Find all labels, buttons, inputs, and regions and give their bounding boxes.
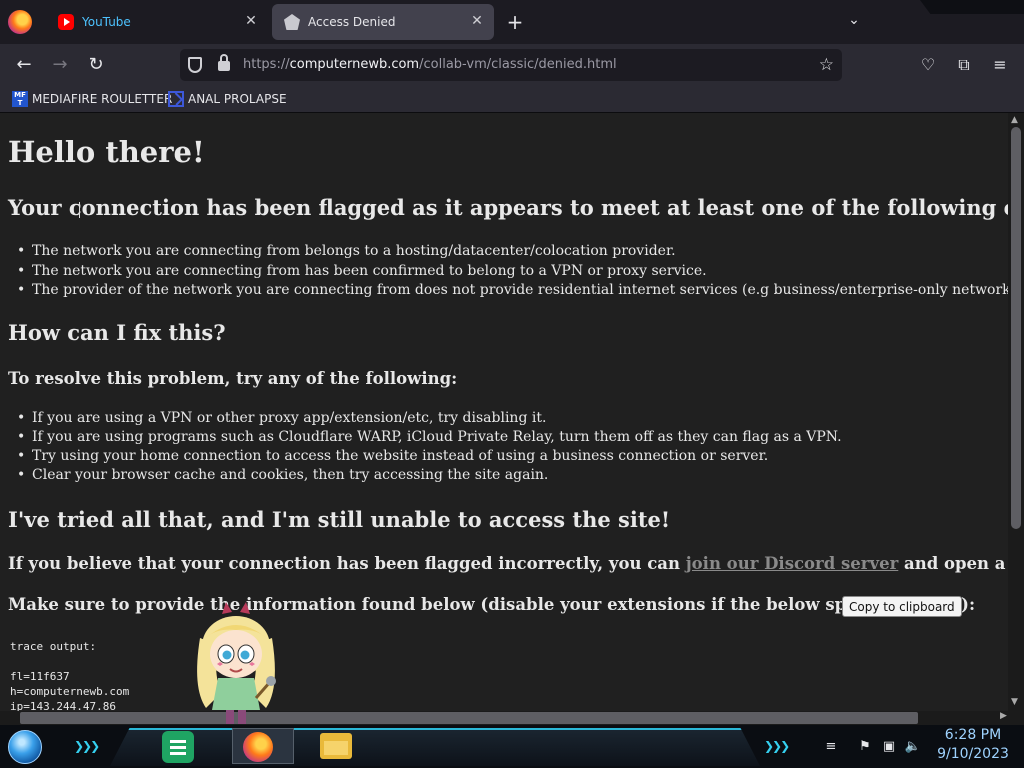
firefox-taskbar-button[interactable] (232, 728, 294, 764)
tab-access-denied[interactable]: Access Denied ✕ (272, 4, 494, 40)
mask-icon (284, 14, 300, 30)
vertical-scroll-thumb[interactable] (1011, 127, 1021, 529)
bookmark-label: MEDIAFIRE ROULETTER (32, 92, 173, 106)
bookmarks-toolbar: MF T MEDIAFIRE ROULETTER ANAL PROLAPSE (0, 86, 1024, 113)
hamburger-menu-icon[interactable]: ≡ (989, 54, 1011, 76)
criteria-item: The network you are connecting from has … (17, 263, 707, 279)
lock-icon[interactable] (218, 54, 230, 71)
text-cursor (79, 202, 80, 218)
trace-line: ip=143.244.47.86 (10, 700, 116, 711)
criteria-item: The provider of the network you are conn… (17, 282, 1008, 298)
taskbar: ❯❯❯ ❯❯❯ ≡ ⚑ ▣ 🔈 6:28 PM 9/10/2023 (0, 725, 1024, 768)
list-all-tabs-chevron-icon[interactable]: ⌄ (844, 10, 864, 30)
reload-icon[interactable]: ↻ (83, 53, 109, 77)
still-unable-heading: I've tried all that, and I'm still unabl… (8, 507, 671, 532)
resolve-heading: To resolve this problem, try any of the … (8, 369, 458, 388)
fix-heading: How can I fix this? (8, 320, 226, 345)
network-icon[interactable]: ▣ (880, 739, 898, 754)
scroll-right-arrow-icon[interactable]: ▶ (1000, 711, 1007, 721)
tab-title: Access Denied (308, 15, 396, 29)
tracking-protection-shield-icon[interactable] (188, 57, 202, 73)
bookmark-star-icon[interactable]: ☆ (819, 55, 834, 75)
close-tab-icon[interactable]: ✕ (470, 14, 484, 28)
fix-item: If you are using programs such as Cloudf… (17, 429, 842, 445)
trace-line: h=computernewb.com (10, 685, 130, 698)
youtube-icon (58, 14, 74, 30)
back-arrow-icon[interactable]: ← (11, 53, 37, 77)
taskbar-chevrons-right-icon: ❯❯❯ (764, 739, 790, 753)
clock-date[interactable]: 9/10/2023 (932, 746, 1014, 762)
bookmark-sigma-icon (168, 91, 184, 107)
taskbar-chevrons-left-icon: ❯❯❯ (74, 739, 100, 753)
bookmark-anal-prolapse[interactable]: ANAL PROLAPSE (168, 90, 287, 108)
show-desktop-lines-icon[interactable]: ≡ (822, 739, 840, 754)
trace-line: fl=11f637 (10, 670, 70, 683)
volume-icon[interactable]: 🔈 (904, 739, 922, 754)
firefox-app-icon (243, 732, 273, 762)
pocket-icon[interactable]: ♡ (917, 54, 939, 76)
fix-item: Clear your browser cache and cookies, th… (17, 467, 548, 483)
taskbar-band (110, 728, 760, 766)
url-text[interactable]: https://computernewb.com/collab-vm/class… (243, 57, 617, 72)
extensions-puzzle-icon[interactable]: ⧉ (953, 54, 975, 76)
horizontal-scrollbar[interactable]: ▶ (0, 711, 1024, 725)
action-center-flag-icon[interactable]: ⚑ (856, 739, 874, 754)
forward-arrow-icon[interactable]: → (47, 53, 73, 77)
fix-item: Try using your home connection to access… (17, 448, 768, 464)
file-explorer-icon[interactable] (320, 733, 352, 759)
clock-time[interactable]: 6:28 PM (938, 727, 1008, 743)
close-tab-icon[interactable]: ✕ (244, 14, 258, 28)
fix-item: If you are using a VPN or other proxy ap… (17, 410, 546, 426)
scroll-down-arrow-icon[interactable]: ▼ (1011, 697, 1018, 707)
scroll-up-arrow-icon[interactable]: ▲ (1011, 115, 1018, 125)
tab-title: YouTube (82, 15, 131, 29)
tab-strip: YouTube ✕ Access Denied ✕ + ⌄ (0, 0, 1024, 44)
url-bar[interactable]: https://computernewb.com/collab-vm/class… (180, 49, 842, 81)
bookmark-mediafire-rouletter[interactable]: MF T MEDIAFIRE ROULETTER (12, 90, 172, 108)
discord-paragraph: If you believe that your connection has … (8, 554, 1008, 573)
start-button-orb-icon[interactable] (8, 730, 42, 764)
horizontal-scroll-thumb[interactable] (20, 712, 918, 724)
flagged-heading: Your connection has been flagged as it a… (8, 195, 1008, 220)
tab-youtube[interactable]: YouTube ✕ (46, 4, 268, 40)
page-heading: Hello there! (8, 135, 205, 169)
trace-label: trace output: (10, 640, 97, 653)
mediafire-icon: MF T (12, 91, 28, 107)
discord-link[interactable]: join our Discord server (686, 554, 899, 573)
bookmark-label: ANAL PROLAPSE (188, 92, 287, 106)
navigation-toolbar: ← → ↻ https://computernewb.com/collab-vm… (0, 44, 1024, 86)
new-tab-button[interactable]: + (504, 10, 526, 34)
provide-info-text: Make sure to provide the information fou… (8, 595, 976, 614)
page-content: Hello there! Your connection has been fl… (0, 113, 1008, 711)
star-butterfly-mascot-icon (197, 602, 276, 724)
spreadsheet-app-icon[interactable] (162, 731, 194, 763)
criteria-item: The network you are connecting from belo… (17, 243, 676, 259)
vertical-scrollbar[interactable]: ▲ ▼ (1008, 113, 1024, 711)
window-frame-decoration (920, 0, 1024, 14)
copy-to-clipboard-button[interactable]: Copy to clipboard (842, 596, 962, 617)
firefox-menu-icon[interactable] (8, 10, 32, 34)
